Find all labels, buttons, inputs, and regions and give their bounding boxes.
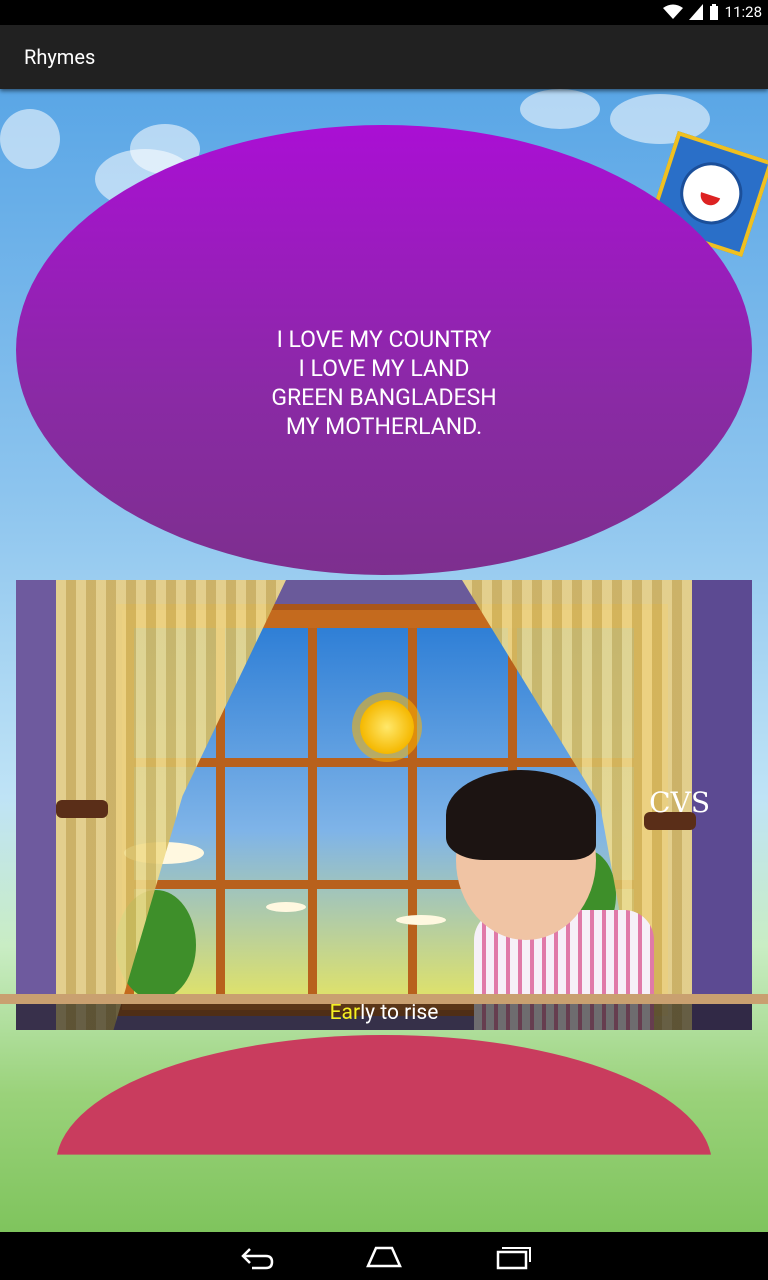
- window-bar: [134, 758, 634, 767]
- recents-button[interactable]: [482, 1238, 542, 1274]
- rhyme-text: I LOVE MY COUNTRY I LOVE MY LAND GREEN B…: [16, 325, 752, 441]
- curtain-tieback: [56, 800, 108, 818]
- recents-icon: [496, 1247, 531, 1270]
- background-cloud: [520, 89, 600, 129]
- battery-icon: [709, 4, 718, 20]
- rhyme-line: I LOVE MY COUNTRY: [276, 326, 492, 353]
- video-watermark: CVS: [649, 786, 710, 819]
- status-bar: 11:28: [0, 0, 768, 25]
- signal-icon: [688, 4, 703, 20]
- window-cloud: [396, 915, 446, 925]
- rhyme-line: MY MOTHERLAND.: [285, 413, 483, 440]
- subtitle-rest: ly to rise: [360, 1001, 439, 1025]
- home-button[interactable]: [354, 1238, 414, 1274]
- home-icon: [366, 1246, 402, 1268]
- rhyme-line: I LOVE MY LAND: [298, 355, 470, 382]
- subtitle-highlight: Ear: [329, 1001, 361, 1025]
- rhyme-line: GREEN BANGLADESH: [271, 384, 497, 411]
- window-cloud: [266, 902, 306, 912]
- back-icon: [241, 1248, 274, 1270]
- bottom-shape: [56, 1035, 712, 1155]
- window-bar: [408, 628, 417, 998]
- status-time: 11:28: [724, 3, 762, 21]
- fence-illustration: [0, 994, 768, 1004]
- app-title: Rhymes: [24, 45, 96, 69]
- action-bar: Rhymes: [0, 25, 768, 89]
- wifi-icon: [662, 4, 683, 19]
- rhyme-card: I LOVE MY COUNTRY I LOVE MY LAND GREEN B…: [16, 125, 752, 575]
- background-cloud: [0, 109, 60, 169]
- video-player[interactable]: CVS Early to rise: [16, 580, 752, 1030]
- boy-hair: [446, 770, 596, 860]
- status-icons: 11:28: [662, 3, 762, 21]
- content-area: I LOVE MY COUNTRY I LOVE MY LAND GREEN B…: [0, 89, 768, 1232]
- back-button[interactable]: [226, 1238, 286, 1274]
- sun-illustration: [360, 700, 414, 754]
- window-bar: [308, 628, 317, 998]
- navigation-bar: [0, 1232, 768, 1280]
